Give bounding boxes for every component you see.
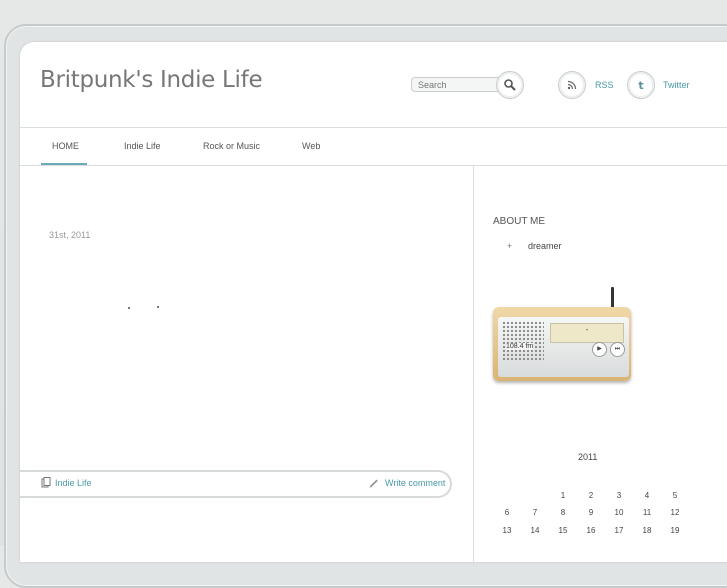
radio-face: - 108.4 fm ▶ ⏭ (498, 317, 629, 377)
calendar-day[interactable]: 5 (661, 491, 689, 500)
calendar-day[interactable]: 16 (577, 526, 605, 535)
play-icon[interactable]: ▶ (592, 342, 607, 357)
calendar-day[interactable]: 18 (633, 526, 661, 535)
dot-mark (128, 307, 130, 309)
calendar-year: 2011 (578, 452, 598, 462)
about-heading: ABOUT ME (493, 216, 546, 227)
search-button[interactable] (496, 71, 524, 99)
antenna (611, 287, 614, 309)
calendar-day[interactable]: 8 (549, 508, 577, 517)
about-item[interactable]: dreamer (528, 241, 562, 251)
calendar-day[interactable]: 1 (549, 491, 577, 500)
write-comment-link[interactable]: Write comment (385, 478, 445, 488)
calendar-day[interactable]: 4 (633, 491, 661, 500)
header-divider (20, 127, 727, 128)
nav-item-indie-life[interactable]: Indie Life (124, 141, 161, 151)
speaker-grille (502, 321, 544, 361)
document-icon (41, 477, 51, 488)
twitter-icon[interactable]: t (627, 71, 655, 99)
site-title[interactable]: Britpunk's Indie Life (40, 67, 263, 93)
nav-item-web[interactable]: Web (302, 141, 320, 151)
list-bullet: + (507, 241, 513, 251)
radio-widget: - 108.4 fm ▶ ⏭ (493, 287, 633, 387)
sidebar-divider (473, 166, 474, 566)
search-icon (504, 79, 516, 91)
rss-link[interactable]: RSS (595, 80, 614, 90)
twitter-link[interactable]: Twitter (663, 80, 690, 90)
calendar-day[interactable]: 11 (633, 508, 661, 517)
radio-frequency: 108.4 fm (506, 343, 534, 350)
nav-divider (20, 165, 727, 166)
calendar-day[interactable]: 15 (549, 526, 577, 535)
post-category-link[interactable]: Indie Life (55, 478, 92, 488)
skip-icon[interactable]: ⏭ (610, 342, 625, 357)
dot-mark (157, 306, 159, 308)
calendar-day[interactable]: 3 (605, 491, 633, 500)
calendar-day[interactable]: 7 (521, 508, 549, 517)
calendar-day[interactable]: 14 (521, 526, 549, 535)
nav-item-rock-or-music[interactable]: Rock or Music (203, 141, 260, 151)
radio-body: - 108.4 fm ▶ ⏭ (493, 307, 631, 381)
rss-icon[interactable] (558, 71, 586, 99)
search-input[interactable] (411, 77, 503, 92)
post-date: 31st, 2011 (49, 230, 91, 240)
calendar-day[interactable]: 9 (577, 508, 605, 517)
calendar-day[interactable]: 2 (577, 491, 605, 500)
pencil-icon (369, 479, 378, 488)
calendar-day[interactable]: 12 (661, 508, 689, 517)
calendar-day[interactable]: 10 (605, 508, 633, 517)
calendar-day[interactable]: 19 (661, 526, 689, 535)
calendar-day[interactable]: 17 (605, 526, 633, 535)
calendar-day[interactable]: 13 (493, 526, 521, 535)
radio-screen: - (550, 323, 624, 343)
nav-item-home[interactable]: HOME (52, 141, 79, 151)
calendar-day[interactable]: 6 (493, 508, 521, 517)
